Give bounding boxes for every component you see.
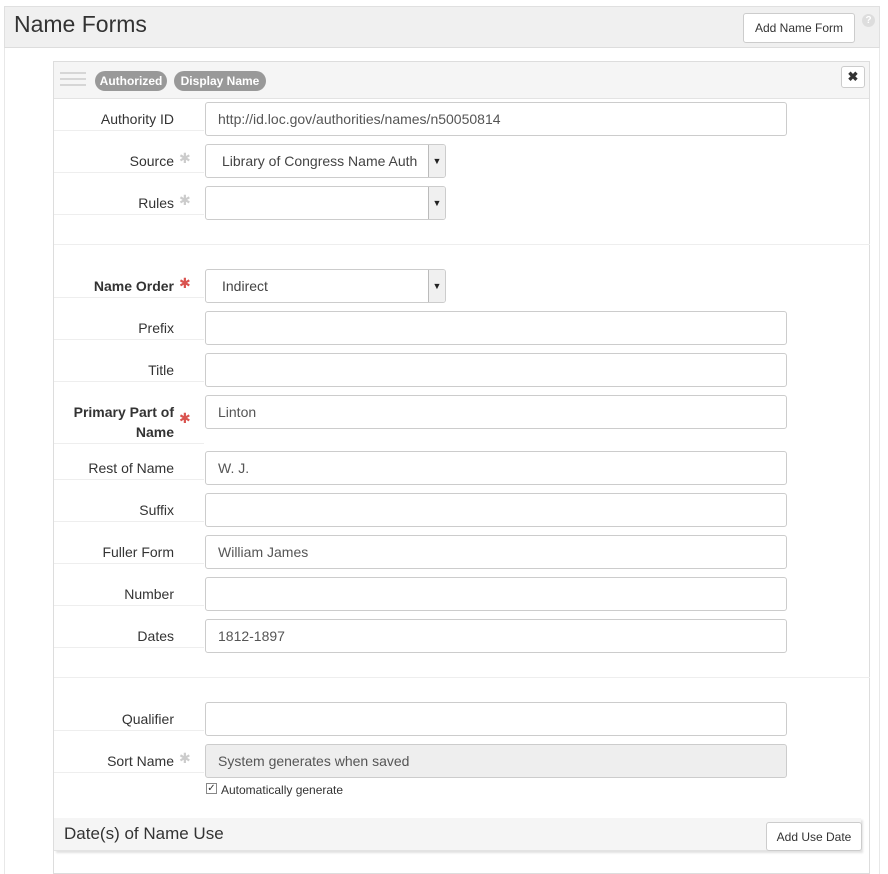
primary-name-input[interactable]: Linton	[205, 395, 787, 429]
row-divider	[54, 214, 204, 215]
qualifier-label: Qualifier	[121, 711, 174, 727]
add-use-date-button[interactable]: Add Use Date	[766, 822, 862, 851]
authority-id-input[interactable]: http://id.loc.gov/authorities/names/n500…	[205, 102, 787, 136]
row-divider	[54, 647, 204, 648]
section-separator	[54, 677, 870, 678]
row-divider	[54, 381, 204, 382]
row-divider	[54, 563, 204, 564]
row-divider	[54, 172, 204, 173]
chevron-down-icon: ▼	[428, 270, 445, 302]
source-select[interactable]: Library of Congress Name Auth ▼	[205, 144, 446, 178]
authority-id-label: Authority ID	[100, 111, 174, 127]
prefix-label: Prefix	[138, 320, 174, 336]
title-label: Title	[148, 362, 174, 378]
row-divider	[54, 521, 204, 522]
rest-of-name-input[interactable]: W. J.	[205, 451, 787, 485]
add-name-form-button[interactable]: Add Name Form	[743, 13, 855, 43]
remove-subrecord-button[interactable]: ✖	[841, 66, 865, 88]
primary-name-label-line1: Primary Part of	[73, 404, 174, 420]
sort-name-label: Sort Name	[107, 753, 174, 769]
title-input[interactable]	[205, 353, 787, 387]
number-label: Number	[124, 586, 174, 602]
qualifier-input[interactable]	[205, 702, 787, 736]
source-selected-value: Library of Congress Name Auth	[222, 153, 418, 169]
section-title: Name Forms	[14, 11, 147, 37]
primary-name-label-line2: Name	[135, 424, 174, 440]
use-dates-title: Date(s) of Name Use	[64, 824, 224, 843]
row-divider	[54, 339, 204, 340]
display-name-badge: Display Name	[174, 71, 266, 91]
optional-marker-icon: ✱	[179, 192, 191, 208]
row-divider	[54, 297, 204, 298]
name-order-label: Name Order	[93, 278, 174, 294]
row-divider	[54, 772, 204, 773]
suffix-input[interactable]	[205, 493, 787, 527]
rules-label: Rules	[138, 195, 174, 211]
chevron-down-icon: ▼	[428, 145, 445, 177]
close-icon: ✖	[847, 69, 859, 84]
help-icon[interactable]: ?	[862, 14, 875, 27]
optional-marker-icon: ✱	[179, 750, 191, 766]
rules-select[interactable]: ▼	[205, 186, 446, 220]
row-divider	[54, 730, 204, 731]
auto-generate-label[interactable]: Automatically generate	[221, 783, 343, 797]
dates-input[interactable]: 1812-1897	[205, 619, 787, 653]
row-divider	[54, 130, 204, 131]
drag-handle-icon[interactable]	[60, 72, 86, 88]
required-marker-icon: ✱	[179, 275, 191, 291]
row-divider	[54, 605, 204, 606]
sort-name-input: System generates when saved	[205, 744, 787, 778]
prefix-input[interactable]	[205, 311, 787, 345]
name-use-dates-header: Date(s) of Name Use Add Use Date	[54, 818, 862, 851]
authorized-badge: Authorized	[95, 71, 167, 91]
row-divider	[54, 479, 204, 480]
source-label: Source	[129, 153, 174, 169]
name-forms-header: Name Forms Add Name Form ?	[4, 6, 880, 48]
dates-label: Dates	[137, 628, 174, 644]
section-separator	[54, 244, 870, 245]
number-input[interactable]	[205, 577, 787, 611]
chevron-down-icon: ▼	[428, 187, 445, 219]
suffix-label: Suffix	[139, 502, 174, 518]
optional-marker-icon: ✱	[179, 150, 191, 166]
rest-of-name-label: Rest of Name	[88, 460, 174, 476]
subrecord-header: Authorized Display Name ✖	[54, 62, 869, 99]
name-order-select[interactable]: Indirect ▼	[205, 269, 446, 303]
required-marker-icon: ✱	[179, 410, 191, 426]
fuller-form-label: Fuller Form	[102, 544, 174, 560]
row-divider	[54, 443, 204, 444]
auto-generate-checkbox[interactable]: ✓	[206, 783, 217, 794]
name-order-selected-value: Indirect	[222, 278, 268, 294]
fuller-form-input[interactable]: William James	[205, 535, 787, 569]
